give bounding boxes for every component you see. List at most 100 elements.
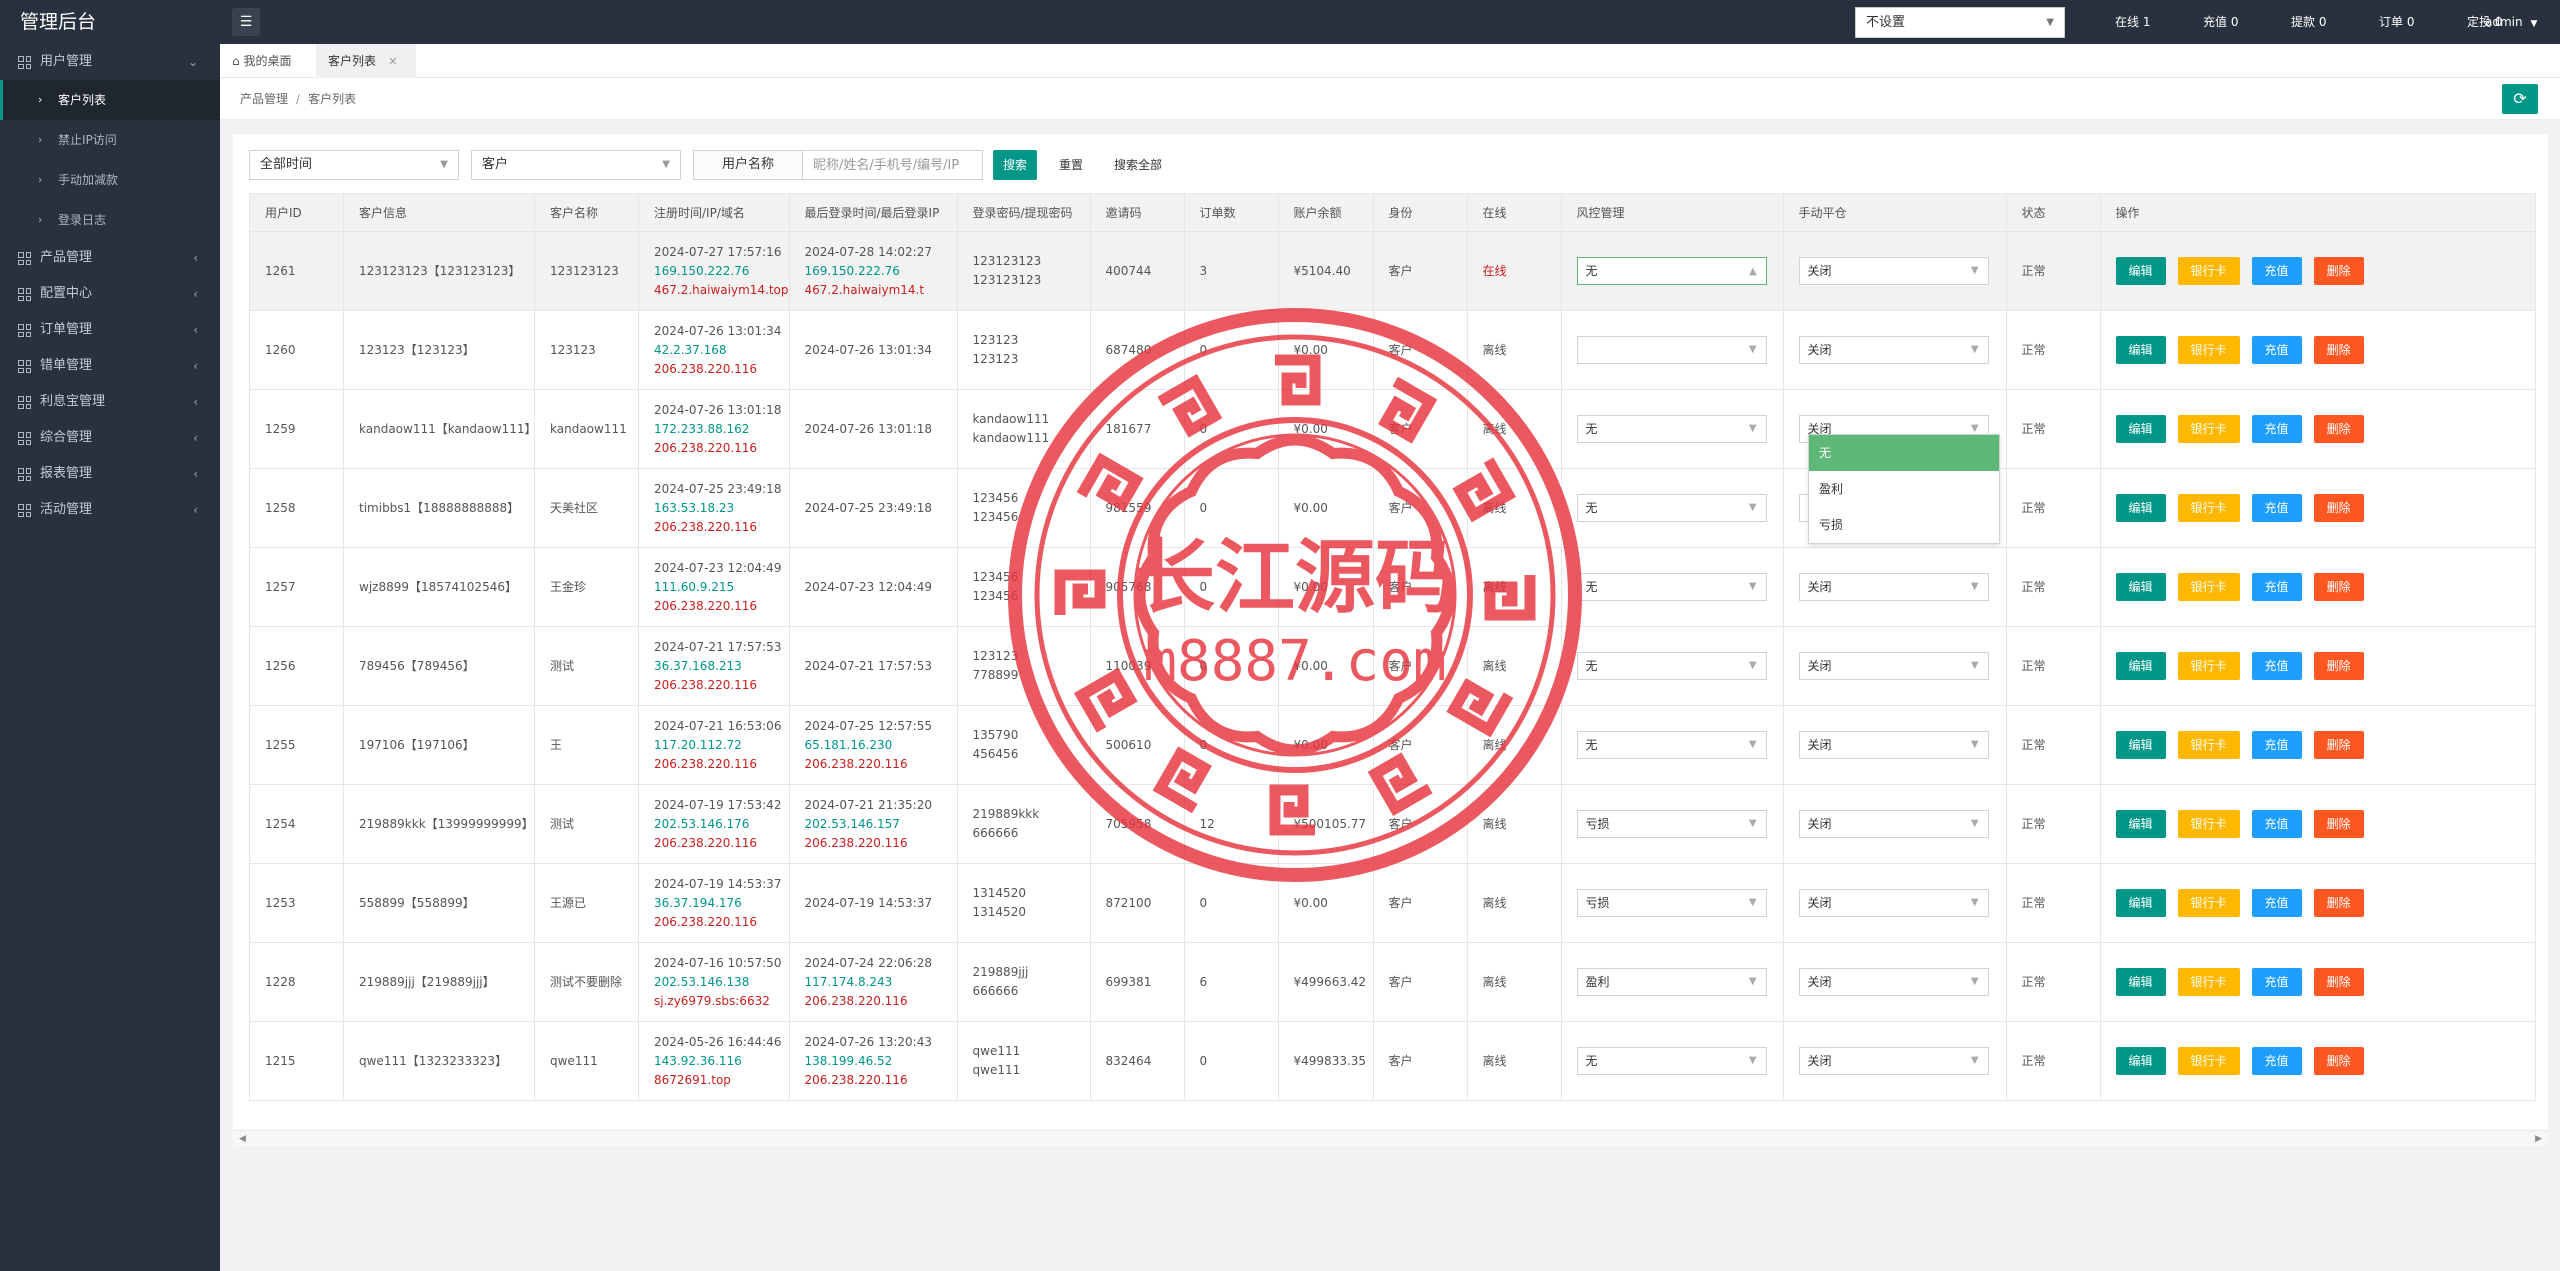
delete-button[interactable]: 删除 — [2313, 652, 2364, 680]
manual-close-select[interactable]: 关闭 ▼ — [1798, 968, 1989, 996]
delete-button[interactable]: 删除 — [2313, 889, 2364, 917]
edit-button[interactable]: 编辑 — [2115, 494, 2166, 522]
sidebar-subitem-1[interactable]: › 禁止IP访问 — [0, 120, 220, 160]
breadcrumb-item[interactable]: 产品管理 — [240, 92, 288, 106]
manual-close-select[interactable]: 关闭 ▼ — [1798, 573, 1989, 601]
sidebar-item-3[interactable]: 订单管理 ‹ — [0, 312, 220, 348]
delete-button[interactable]: 删除 — [2313, 1047, 2364, 1075]
risk-select[interactable]: 亏损 ▼ — [1576, 889, 1767, 917]
risk-select[interactable]: 无 ▼ — [1576, 494, 1767, 522]
risk-select[interactable]: 无 ▼ — [1576, 415, 1767, 443]
reset-button[interactable]: 重置 — [1048, 150, 1094, 180]
risk-select[interactable]: ▼ — [1576, 336, 1767, 364]
edit-button[interactable]: 编辑 — [2115, 573, 2166, 601]
recharge-button[interactable]: 充值 — [2251, 968, 2302, 996]
recharge-button[interactable]: 充值 — [2251, 336, 2302, 364]
username-search-input[interactable] — [803, 150, 983, 180]
recharge-button[interactable]: 充值 — [2251, 573, 2302, 601]
time-filter-select[interactable]: 全部时间 ▼ — [249, 150, 459, 180]
bank-card-button[interactable]: 银行卡 — [2177, 889, 2240, 917]
edit-button[interactable]: 编辑 — [2115, 257, 2166, 285]
risk-select[interactable]: 亏损 ▼ — [1576, 810, 1767, 838]
type-filter-select[interactable]: 客户 ▼ — [471, 150, 681, 180]
recharge-button[interactable]: 充值 — [2251, 652, 2302, 680]
risk-select[interactable]: 盈利 ▼ — [1576, 968, 1767, 996]
risk-select[interactable]: 无 ▼ — [1576, 573, 1767, 601]
risk-select[interactable]: 无 ▼ — [1576, 731, 1767, 759]
manual-close-select[interactable]: 关闭 ▼ — [1798, 1047, 1989, 1075]
sidebar-item-5[interactable]: 利息宝管理 ‹ — [0, 384, 220, 420]
recharge-button[interactable]: 充值 — [2251, 731, 2302, 759]
tab-customer-list[interactable]: 客户列表 × — [316, 44, 416, 78]
recharge-button[interactable]: 充值 — [2251, 1047, 2302, 1075]
sidebar-item-1[interactable]: 产品管理 ‹ — [0, 240, 220, 276]
search-all-button[interactable]: 搜索全部 — [1103, 150, 1173, 180]
stat-orders[interactable]: 订单 0 — [2379, 0, 2467, 44]
recharge-button[interactable]: 充值 — [2251, 257, 2302, 285]
risk-select[interactable]: 无 ▼ — [1576, 1047, 1767, 1075]
delete-button[interactable]: 删除 — [2313, 810, 2364, 838]
delete-button[interactable]: 删除 — [2313, 336, 2364, 364]
risk-option-none[interactable]: 无 — [1809, 435, 1999, 471]
delete-button[interactable]: 删除 — [2313, 968, 2364, 996]
scroll-right-icon[interactable]: ▶ — [2535, 1132, 2542, 1146]
stat-recharge[interactable]: 充值 0 — [2203, 0, 2291, 44]
edit-button[interactable]: 编辑 — [2115, 968, 2166, 996]
manual-close-select[interactable]: 关闭 ▼ — [1798, 731, 1989, 759]
bank-card-button[interactable]: 银行卡 — [2177, 257, 2240, 285]
manual-close-select[interactable]: 关闭 ▼ — [1798, 889, 1989, 917]
scroll-left-icon[interactable]: ◀ — [239, 1132, 246, 1146]
edit-button[interactable]: 编辑 — [2115, 1047, 2166, 1075]
bank-card-button[interactable]: 银行卡 — [2177, 336, 2240, 364]
sidebar-subitem-0[interactable]: › 客户列表 — [0, 80, 220, 120]
user-menu[interactable]: admin ▼ — [2485, 0, 2537, 46]
bank-card-button[interactable]: 银行卡 — [2177, 494, 2240, 522]
bank-card-button[interactable]: 银行卡 — [2177, 968, 2240, 996]
risk-select[interactable]: 无 ▼ — [1576, 257, 1767, 285]
sidebar-item-4[interactable]: 错单管理 ‹ — [0, 348, 220, 384]
recharge-button[interactable]: 充值 — [2251, 415, 2302, 443]
bank-card-button[interactable]: 银行卡 — [2177, 415, 2240, 443]
recharge-button[interactable]: 充值 — [2251, 889, 2302, 917]
sidebar-item-6[interactable]: 综合管理 ‹ — [0, 420, 220, 456]
manual-close-select[interactable]: 关闭 ▼ — [1798, 336, 1989, 364]
delete-button[interactable]: 删除 — [2313, 731, 2364, 759]
edit-button[interactable]: 编辑 — [2115, 652, 2166, 680]
sidebar-item-2[interactable]: 配置中心 ‹ — [0, 276, 220, 312]
risk-select[interactable]: 无 ▼ — [1576, 652, 1767, 680]
bank-card-button[interactable]: 银行卡 — [2177, 573, 2240, 601]
recharge-button[interactable]: 充值 — [2251, 810, 2302, 838]
stat-online[interactable]: 在线 1 — [2115, 0, 2203, 44]
stat-withdraw[interactable]: 提款 0 — [2291, 0, 2379, 44]
sidebar-subitem-3[interactable]: › 登录日志 — [0, 200, 220, 240]
edit-button[interactable]: 编辑 — [2115, 336, 2166, 364]
bank-card-button[interactable]: 银行卡 — [2177, 1047, 2240, 1075]
edit-button[interactable]: 编辑 — [2115, 731, 2166, 759]
bank-card-button[interactable]: 银行卡 — [2177, 652, 2240, 680]
sidebar-subitem-2[interactable]: › 手动加减款 — [0, 160, 220, 200]
search-button[interactable]: 搜索 — [993, 150, 1037, 180]
edit-button[interactable]: 编辑 — [2115, 889, 2166, 917]
bank-card-button[interactable]: 银行卡 — [2177, 731, 2240, 759]
sidebar-item-8[interactable]: 活动管理 ‹ — [0, 492, 220, 528]
close-icon[interactable]: × — [388, 54, 398, 68]
hamburger-icon[interactable]: ☰ — [232, 8, 260, 36]
recharge-button[interactable]: 充值 — [2251, 494, 2302, 522]
manual-close-select[interactable]: 关闭 ▼ — [1798, 257, 1989, 285]
refresh-icon[interactable]: ⟳ — [2502, 84, 2538, 114]
delete-button[interactable]: 删除 — [2313, 494, 2364, 522]
manual-close-select[interactable]: 关闭 ▼ — [1798, 652, 1989, 680]
sidebar-item-0[interactable]: 用户管理 ⌄ — [0, 44, 220, 80]
horizontal-scrollbar[interactable]: ◀ ▶ — [233, 1132, 2548, 1146]
risk-option-loss[interactable]: 亏损 — [1809, 507, 1999, 543]
tab-desktop[interactable]: ⌂ 我的桌面 — [220, 44, 316, 78]
edit-button[interactable]: 编辑 — [2115, 810, 2166, 838]
delete-button[interactable]: 删除 — [2313, 415, 2364, 443]
risk-option-profit[interactable]: 盈利 — [1809, 471, 1999, 507]
delete-button[interactable]: 删除 — [2313, 573, 2364, 601]
manual-close-select[interactable]: 关闭 ▼ — [1798, 810, 1989, 838]
notify-setting-select[interactable]: 不设置 ▼ — [1855, 7, 2065, 38]
delete-button[interactable]: 删除 — [2313, 257, 2364, 285]
bank-card-button[interactable]: 银行卡 — [2177, 810, 2240, 838]
edit-button[interactable]: 编辑 — [2115, 415, 2166, 443]
